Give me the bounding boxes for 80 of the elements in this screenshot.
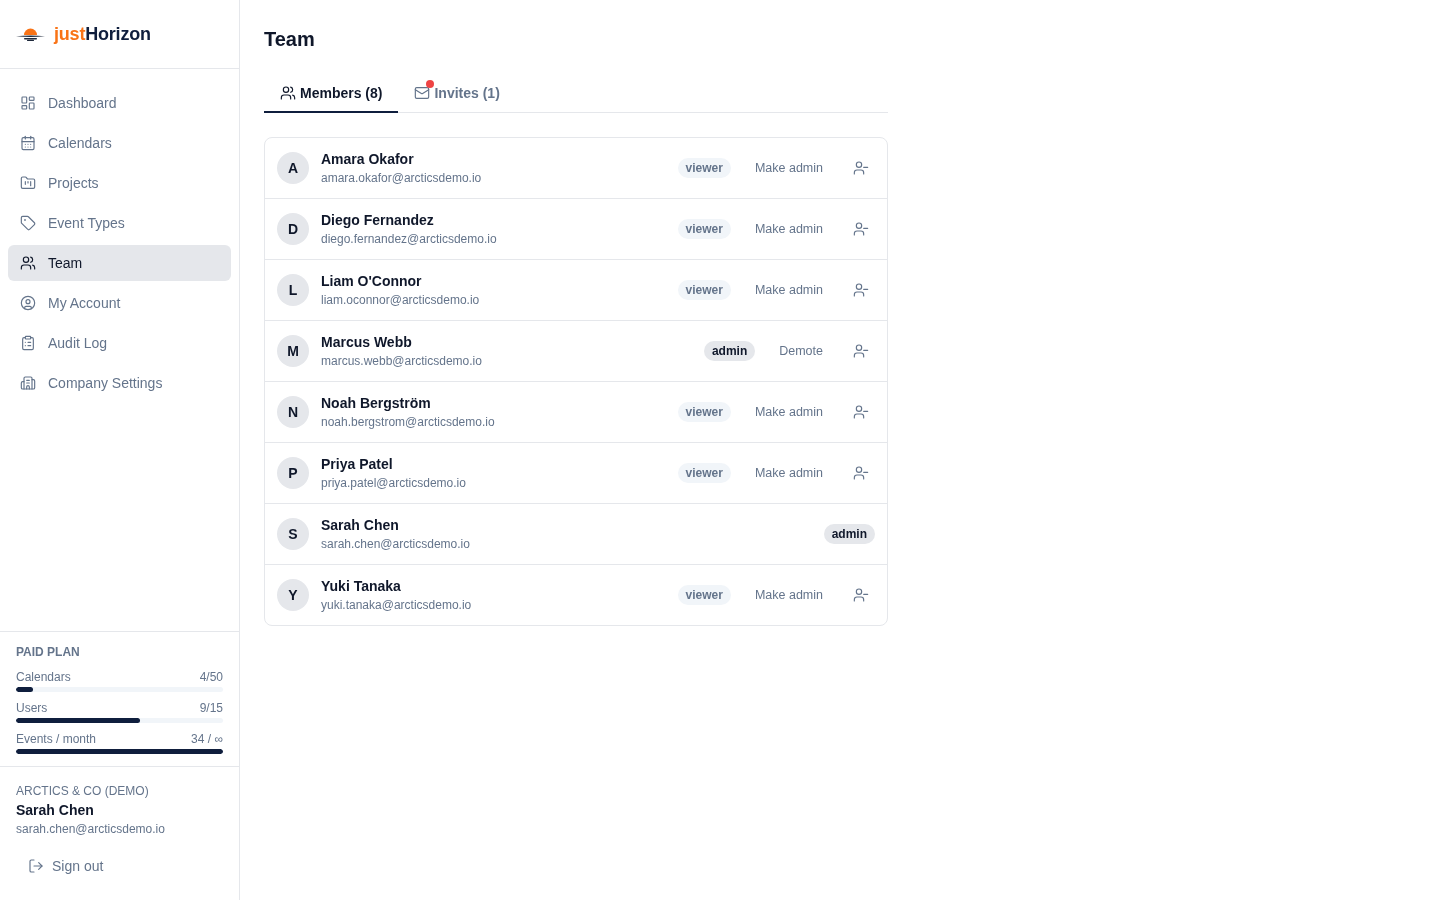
clipboard-icon [20, 335, 36, 351]
folder-icon [20, 175, 36, 191]
user-minus-icon [853, 282, 869, 298]
role-badge: viewer [677, 402, 731, 422]
nav-item[interactable]: Event Types [8, 205, 231, 241]
plan-title: PAID PLAN [16, 644, 81, 660]
nav-item[interactable]: Company Settings [8, 365, 231, 401]
user-minus-icon [853, 465, 869, 481]
member-email: noah.bergstrom@arcticsdemo.io [321, 414, 495, 430]
avatar: D [277, 213, 309, 245]
user-minus-icon [853, 343, 869, 359]
sign-out-button[interactable]: Sign out [16, 848, 116, 884]
tab[interactable]: Invites (1) [398, 75, 516, 113]
role-badge: admin [703, 341, 756, 361]
user-name: Sarah Chen [16, 801, 95, 819]
tag-icon [20, 215, 36, 231]
member-email: diego.fernandez@arcticsdemo.io [321, 231, 497, 247]
nav-item[interactable]: Projects [8, 165, 231, 201]
avatar: M [277, 335, 309, 367]
member-name: Amara Okafor [321, 150, 414, 168]
mail-icon [414, 85, 431, 101]
avatar: L [277, 274, 309, 306]
member-name: Priya Patel [321, 455, 393, 473]
role-badge: viewer [677, 219, 731, 239]
building-icon [20, 375, 36, 391]
tab[interactable]: Members (8) [264, 75, 399, 113]
member-name: Sarah Chen [321, 516, 399, 534]
role-action-button[interactable]: Demote [767, 338, 835, 364]
user-minus-icon [853, 404, 869, 420]
role-action-button[interactable]: Make admin [742, 277, 835, 303]
nav-item[interactable]: Dashboard [8, 85, 231, 121]
role-badge: viewer [677, 585, 731, 605]
member-name: Noah Bergström [321, 394, 431, 412]
logout-icon [28, 858, 44, 874]
role-action-button[interactable]: Make admin [742, 155, 835, 181]
user-email: sarah.chen@arcticsdemo.io [16, 821, 166, 837]
role-badge: viewer [677, 280, 731, 300]
avatar: A [277, 152, 309, 184]
page-title: Team [264, 27, 315, 52]
dashboard-icon [20, 95, 36, 111]
meter-label: Users [16, 700, 48, 716]
users-icon [20, 255, 36, 271]
meter-label: Events / month [16, 731, 97, 747]
member-email: amara.okafor@arcticsdemo.io [321, 170, 482, 186]
role-action-button[interactable]: Make admin [742, 399, 835, 425]
meter-label: Calendars [16, 669, 71, 685]
member-name: Yuki Tanaka [321, 577, 401, 595]
nav-item[interactable]: Calendars [8, 125, 231, 161]
member-name: Liam O'Connor [321, 272, 422, 290]
role-action-button[interactable]: Make admin [742, 460, 835, 486]
nav-item[interactable]: My Account [8, 285, 231, 321]
nav-item[interactable]: Audit Log [8, 325, 231, 361]
calendar-icon [20, 135, 36, 151]
member-email: marcus.webb@arcticsdemo.io [321, 353, 482, 369]
avatar: N [277, 396, 309, 428]
nav-item[interactable]: Team [8, 245, 231, 281]
user-minus-icon [853, 221, 869, 237]
avatar: S [277, 518, 309, 550]
meter-reading: 9/15 [199, 700, 223, 716]
meter-reading: 4/50 [199, 669, 223, 685]
member-email: priya.patel@arcticsdemo.io [321, 475, 466, 491]
user-circle-icon [20, 295, 36, 311]
member-name: Marcus Webb [321, 333, 412, 351]
meter-reading: 34 / ∞ [191, 731, 223, 747]
avatar: Y [277, 579, 309, 611]
member-email: liam.oconnor@arcticsdemo.io [321, 292, 480, 308]
role-badge: admin [823, 524, 875, 544]
member-email: sarah.chen@arcticsdemo.io [321, 536, 470, 552]
user-minus-icon [853, 160, 869, 176]
role-action-button[interactable]: Make admin [742, 582, 835, 608]
organization-name: ARCTICS & CO (DEMO) [16, 783, 150, 799]
avatar: P [277, 457, 309, 489]
member-name: Diego Fernandez [321, 211, 434, 229]
user-minus-icon [853, 587, 869, 603]
role-badge: viewer [677, 158, 731, 178]
role-action-button[interactable]: Make admin [742, 216, 835, 242]
brand-name: justHorizon [54, 23, 151, 45]
member-email: yuki.tanaka@arcticsdemo.io [321, 597, 472, 613]
role-badge: viewer [677, 463, 731, 483]
users-icon [280, 85, 296, 101]
